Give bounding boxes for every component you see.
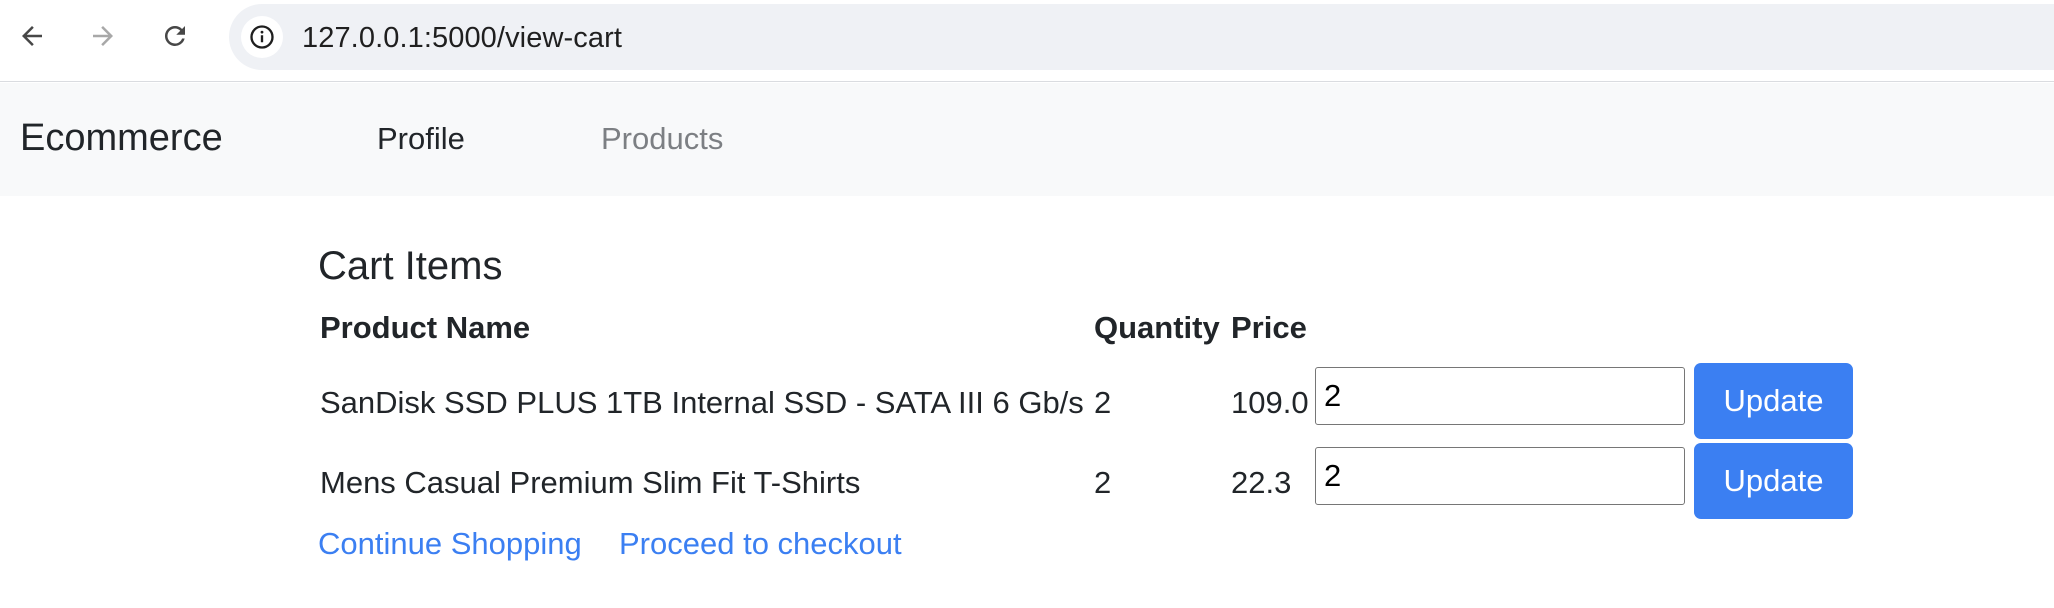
product-name: Mens Casual Premium Slim Fit T-Shirts: [320, 465, 861, 500]
site-info-button[interactable]: [241, 16, 283, 58]
brand-link[interactable]: Ecommerce: [20, 117, 223, 160]
continue-shopping-link[interactable]: Continue Shopping: [318, 526, 582, 562]
arrow-left-icon: [22, 26, 42, 46]
table-row: Mens Casual Premium Slim Fit T-Shirts 2 …: [318, 443, 1878, 523]
proceed-to-checkout-link[interactable]: Proceed to checkout: [619, 526, 902, 562]
back-button[interactable]: [10, 14, 54, 58]
forward-button[interactable]: [81, 14, 125, 58]
product-quantity: 2: [1094, 465, 1112, 500]
update-button[interactable]: Update: [1694, 363, 1853, 439]
url-text[interactable]: 127.0.0.1:5000/view-cart: [302, 22, 622, 55]
product-price: 22.3: [1231, 465, 1292, 500]
quantity-input[interactable]: [1315, 367, 1685, 425]
reload-icon: [164, 25, 185, 46]
product-price: 109.0: [1231, 385, 1309, 420]
product-name: SanDisk SSD PLUS 1TB Internal SSD - SATA…: [320, 385, 1084, 420]
column-header-price: Price: [1231, 310, 1307, 345]
address-bar[interactable]: 127.0.0.1:5000/view-cart: [229, 4, 2054, 70]
navbar: Ecommerce Profile Products: [0, 83, 2054, 196]
nav-link-profile[interactable]: Profile: [377, 121, 465, 157]
arrow-right-icon: [93, 26, 113, 46]
reload-button[interactable]: [153, 14, 197, 58]
info-icon: [250, 25, 274, 49]
table-row: SanDisk SSD PLUS 1TB Internal SSD - SATA…: [318, 363, 1878, 443]
browser-toolbar: 127.0.0.1:5000/view-cart: [0, 0, 2054, 82]
nav-link-products[interactable]: Products: [601, 121, 723, 157]
column-header-quantity: Quantity: [1094, 310, 1220, 345]
column-header-product-name: Product Name: [320, 310, 531, 345]
product-quantity: 2: [1094, 385, 1112, 420]
update-button[interactable]: Update: [1694, 443, 1853, 519]
page-title: Cart Items: [318, 244, 503, 288]
quantity-input[interactable]: [1315, 447, 1685, 505]
